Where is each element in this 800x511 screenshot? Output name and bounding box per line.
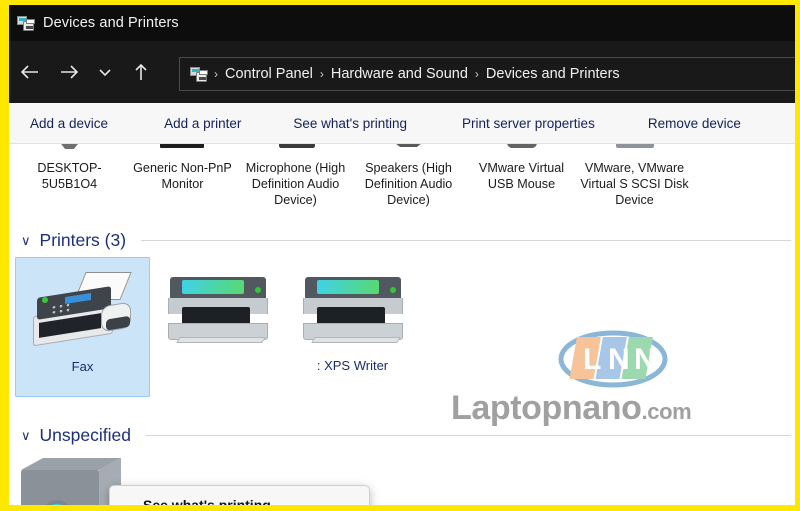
breadcrumb-item-control-panel[interactable]: Control Panel [225, 66, 313, 82]
printer-label: : XPS Writer [316, 358, 389, 373]
breadcrumb-item-hardware-and-sound[interactable]: Hardware and Sound [331, 66, 468, 82]
remove-device-button[interactable]: Remove device [648, 116, 741, 131]
back-arrow-icon[interactable] [9, 52, 49, 92]
breadcrumb-separator: › [474, 67, 479, 81]
breadcrumb-item-devices-and-printers[interactable]: Devices and Printers [486, 66, 620, 82]
fax-icon [27, 266, 139, 352]
devices-group: DESKTOP-5U5B1O4 Generic Non-PnP Monitor … [9, 144, 795, 216]
watermark-brand: Laptopnano [451, 389, 642, 427]
monitor-icon [148, 144, 218, 156]
window-title: Devices and Printers [43, 15, 179, 31]
printer-context-menu: See what's printing Set as default print… [109, 485, 370, 505]
device-label: DESKTOP-5U5B1O4 [37, 161, 102, 191]
lnn-logo-watermark: L N N [558, 330, 668, 388]
chevron-down-icon[interactable]: ∨ [21, 234, 31, 247]
group-divider [141, 239, 791, 241]
microphone-icon [261, 144, 331, 156]
device-label: VMware, VMware Virtual S SCSI Disk Devic… [580, 161, 689, 207]
chevron-down-icon[interactable] [89, 52, 121, 92]
mouse-icon [487, 144, 557, 156]
forward-arrow-icon[interactable] [49, 52, 89, 92]
printers-group: Fax : XPS Writer [15, 257, 420, 407]
svg-text:L: L [583, 343, 601, 376]
group-divider [145, 434, 791, 436]
laptopnano-watermark: Laptopnano.com [451, 389, 692, 428]
device-label: Microphone (High Definition Audio Device… [245, 161, 346, 207]
print-server-properties-button[interactable]: Print server properties [462, 116, 595, 131]
breadcrumb-separator: › [319, 67, 324, 81]
breadcrumb-separator: › [214, 67, 218, 81]
breadcrumb-devices-icon [190, 66, 208, 82]
screenshot-frame: Devices and Printers › Control Panel › H… [0, 0, 800, 511]
speakers-icon [374, 144, 444, 156]
devices-and-printers-window: Devices and Printers › Control Panel › H… [9, 5, 795, 505]
printer-tile-fax[interactable]: Fax [15, 257, 150, 397]
printer-label: Fax [71, 359, 94, 374]
add-a-printer-button[interactable]: Add a printer [164, 116, 241, 131]
printer-tile-xps-writer[interactable]: : XPS Writer [285, 257, 420, 397]
address-bar[interactable]: › Control Panel › Hardware and Sound › D… [179, 57, 795, 91]
disk-icon [600, 144, 670, 156]
add-a-device-button[interactable]: Add a device [30, 116, 108, 131]
svg-text:N: N [634, 343, 656, 376]
device-tile-generic-monitor[interactable]: Generic Non-PnP Monitor [126, 144, 239, 216]
devices-and-printers-icon [17, 15, 35, 31]
printers-group-header[interactable]: ∨ Printers (3) [21, 229, 791, 251]
content-pane: DESKTOP-5U5B1O4 Generic Non-PnP Monitor … [9, 144, 795, 505]
up-arrow-icon[interactable] [121, 52, 161, 92]
printers-group-title: Printers (3) [39, 229, 127, 250]
device-label: Generic Non-PnP Monitor [133, 161, 232, 191]
unspecified-group-title: Unspecified [39, 424, 131, 445]
chevron-down-icon[interactable]: ∨ [21, 429, 31, 442]
printer-icon [301, 265, 405, 351]
watermark-tld: .com [641, 399, 692, 424]
device-tile-speakers[interactable]: Speakers (High Definition Audio Device) [352, 144, 465, 216]
svg-text:N: N [608, 343, 630, 376]
device-label: VMware Virtual USB Mouse [478, 161, 565, 191]
device-tile-scsi-disk[interactable]: VMware, VMware Virtual S SCSI Disk Devic… [578, 144, 691, 216]
device-tile-microphone[interactable]: Microphone (High Definition Audio Device… [239, 144, 352, 216]
device-tile-usb-mouse[interactable]: VMware Virtual USB Mouse [465, 144, 578, 216]
monitor-icon [35, 144, 105, 156]
unspecified-group-header[interactable]: ∨ Unspecified [21, 424, 791, 446]
device-label: Speakers (High Definition Audio Device) [364, 161, 453, 207]
device-tile-desktop[interactable]: DESKTOP-5U5B1O4 [13, 144, 126, 216]
command-toolbar: Add a device Add a printer See what's pr… [9, 103, 795, 144]
printer-icon [166, 265, 270, 351]
printer-tile-2[interactable] [150, 257, 285, 397]
context-menu-item-see-whats-printing[interactable]: See what's printing [110, 491, 369, 506]
see-whats-printing-button[interactable]: See what's printing [293, 116, 407, 131]
window-title-bar: Devices and Printers [9, 5, 795, 41]
